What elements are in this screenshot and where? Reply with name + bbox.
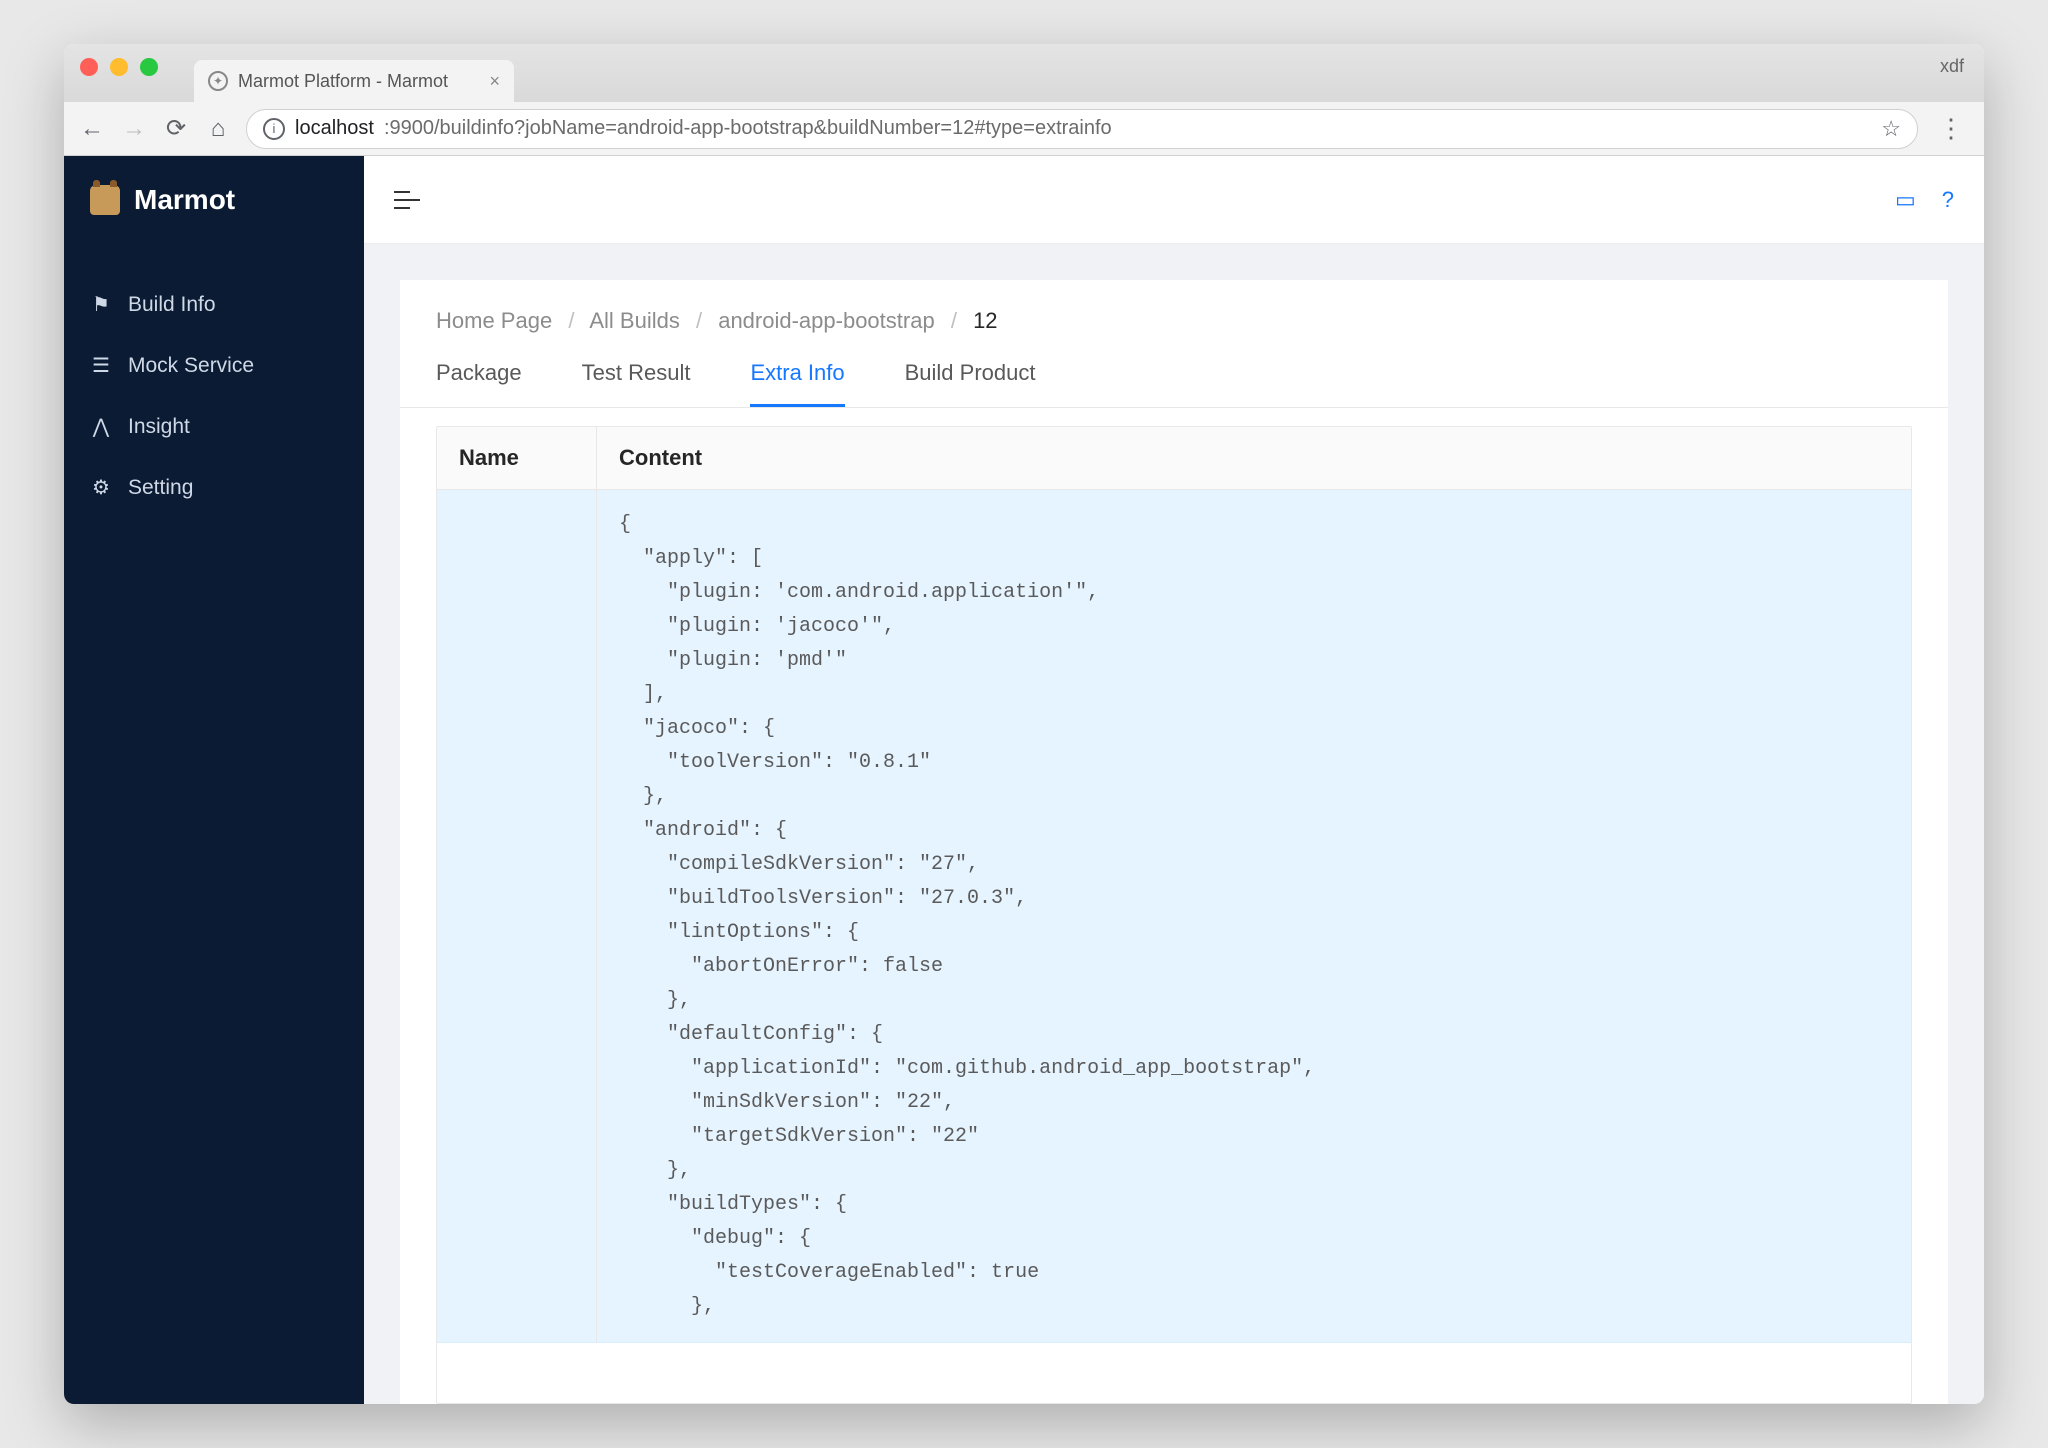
- sidebar-menu: ⚑ Build Info ☰ Mock Service ⋀ Insight ⚙ …: [64, 244, 364, 548]
- browser-window: ✦ Marmot Platform - Marmot × xdf ← → ⟳ ⌂…: [64, 44, 1984, 1404]
- bookmark-star-icon[interactable]: ☆: [1881, 116, 1901, 142]
- breadcrumb-link[interactable]: All Builds: [589, 308, 679, 333]
- docs-icon[interactable]: ▭: [1895, 187, 1916, 213]
- table-body[interactable]: { "apply": [ "plugin: 'com.android.appli…: [437, 490, 1911, 1403]
- forward-button[interactable]: →: [120, 115, 148, 143]
- sidebar-item-label: Mock Service: [128, 354, 254, 378]
- browser-tabstrip: ✦ Marmot Platform - Marmot × xdf: [64, 44, 1984, 102]
- sidebar-item-build-info[interactable]: ⚑ Build Info: [64, 274, 364, 335]
- url-path: :9900/buildinfo?jobName=android-app-boot…: [384, 117, 1112, 140]
- flag-icon: ⚑: [90, 292, 112, 317]
- brand-logo-icon: [90, 185, 120, 215]
- column-header-name: Name: [437, 427, 597, 489]
- topbar-actions: ▭ ?: [1895, 187, 1954, 213]
- reload-button[interactable]: ⟳: [162, 114, 190, 143]
- browser-menu-icon[interactable]: ⋮: [1932, 113, 1970, 144]
- breadcrumb: Home Page / All Builds / android-app-boo…: [400, 280, 1948, 334]
- content-card: Home Page / All Builds / android-app-boo…: [400, 280, 1948, 1404]
- sidebar: Marmot ⚑ Build Info ☰ Mock Service ⋀ Ins…: [64, 156, 364, 1404]
- help-icon[interactable]: ?: [1942, 187, 1954, 213]
- sidebar-item-setting[interactable]: ⚙ Setting: [64, 457, 364, 518]
- cell-name: [437, 490, 597, 1342]
- breadcrumb-sep: /: [568, 308, 574, 333]
- close-tab-icon[interactable]: ×: [489, 71, 500, 92]
- breadcrumb-sep: /: [696, 308, 702, 333]
- sidebar-item-mock-service[interactable]: ☰ Mock Service: [64, 335, 364, 396]
- app-root: Marmot ⚑ Build Info ☰ Mock Service ⋀ Ins…: [64, 156, 1984, 1404]
- back-button[interactable]: ←: [78, 115, 106, 143]
- window-controls: [80, 58, 158, 76]
- topbar: ▭ ?: [364, 156, 1984, 244]
- site-info-icon[interactable]: i: [263, 118, 285, 140]
- gear-icon: ⚙: [90, 475, 112, 500]
- breadcrumb-link[interactable]: android-app-bootstrap: [718, 308, 934, 333]
- brand-name: Marmot: [134, 184, 235, 216]
- breadcrumb-current: 12: [973, 308, 997, 333]
- tab-build-product[interactable]: Build Product: [905, 360, 1036, 407]
- minimize-window-button[interactable]: [110, 58, 128, 76]
- tab-package[interactable]: Package: [436, 360, 522, 407]
- list-icon: ☰: [90, 353, 112, 378]
- content-tabs: Package Test Result Extra Info Build Pro…: [400, 334, 1948, 408]
- close-window-button[interactable]: [80, 58, 98, 76]
- sidebar-item-label: Build Info: [128, 293, 216, 317]
- collapse-sidebar-button[interactable]: [394, 189, 420, 211]
- table-header: Name Content: [437, 427, 1911, 490]
- tab-favicon-icon: ✦: [208, 71, 228, 91]
- breadcrumb-sep: /: [951, 308, 957, 333]
- column-header-content: Content: [597, 427, 1911, 489]
- brand[interactable]: Marmot: [64, 156, 364, 244]
- cell-content: { "apply": [ "plugin: 'com.android.appli…: [597, 490, 1911, 1342]
- breadcrumb-link[interactable]: Home Page: [436, 308, 552, 333]
- main: ▭ ? Home Page / All Builds / android-app…: [364, 156, 1984, 1404]
- tab-title: Marmot Platform - Marmot: [238, 71, 448, 92]
- table-row: { "apply": [ "plugin: 'com.android.appli…: [437, 490, 1911, 1343]
- sidebar-item-label: Setting: [128, 476, 193, 500]
- address-bar[interactable]: i localhost :9900/buildinfo?jobName=andro…: [246, 109, 1918, 149]
- browser-toolbar: ← → ⟳ ⌂ i localhost :9900/buildinfo?jobNa…: [64, 102, 1984, 156]
- sidebar-item-label: Insight: [128, 415, 190, 439]
- url-host: localhost: [295, 117, 374, 140]
- extra-info-table: Name Content { "apply": [ "plugin: 'com.…: [436, 426, 1912, 1404]
- tab-extra-info[interactable]: Extra Info: [750, 360, 844, 407]
- home-button[interactable]: ⌂: [204, 115, 232, 143]
- sidebar-item-insight[interactable]: ⋀ Insight: [64, 396, 364, 457]
- chart-icon: ⋀: [90, 414, 112, 439]
- maximize-window-button[interactable]: [140, 58, 158, 76]
- browser-tab[interactable]: ✦ Marmot Platform - Marmot ×: [194, 60, 514, 102]
- profile-label[interactable]: xdf: [1940, 56, 1964, 77]
- tab-test-result[interactable]: Test Result: [582, 360, 691, 407]
